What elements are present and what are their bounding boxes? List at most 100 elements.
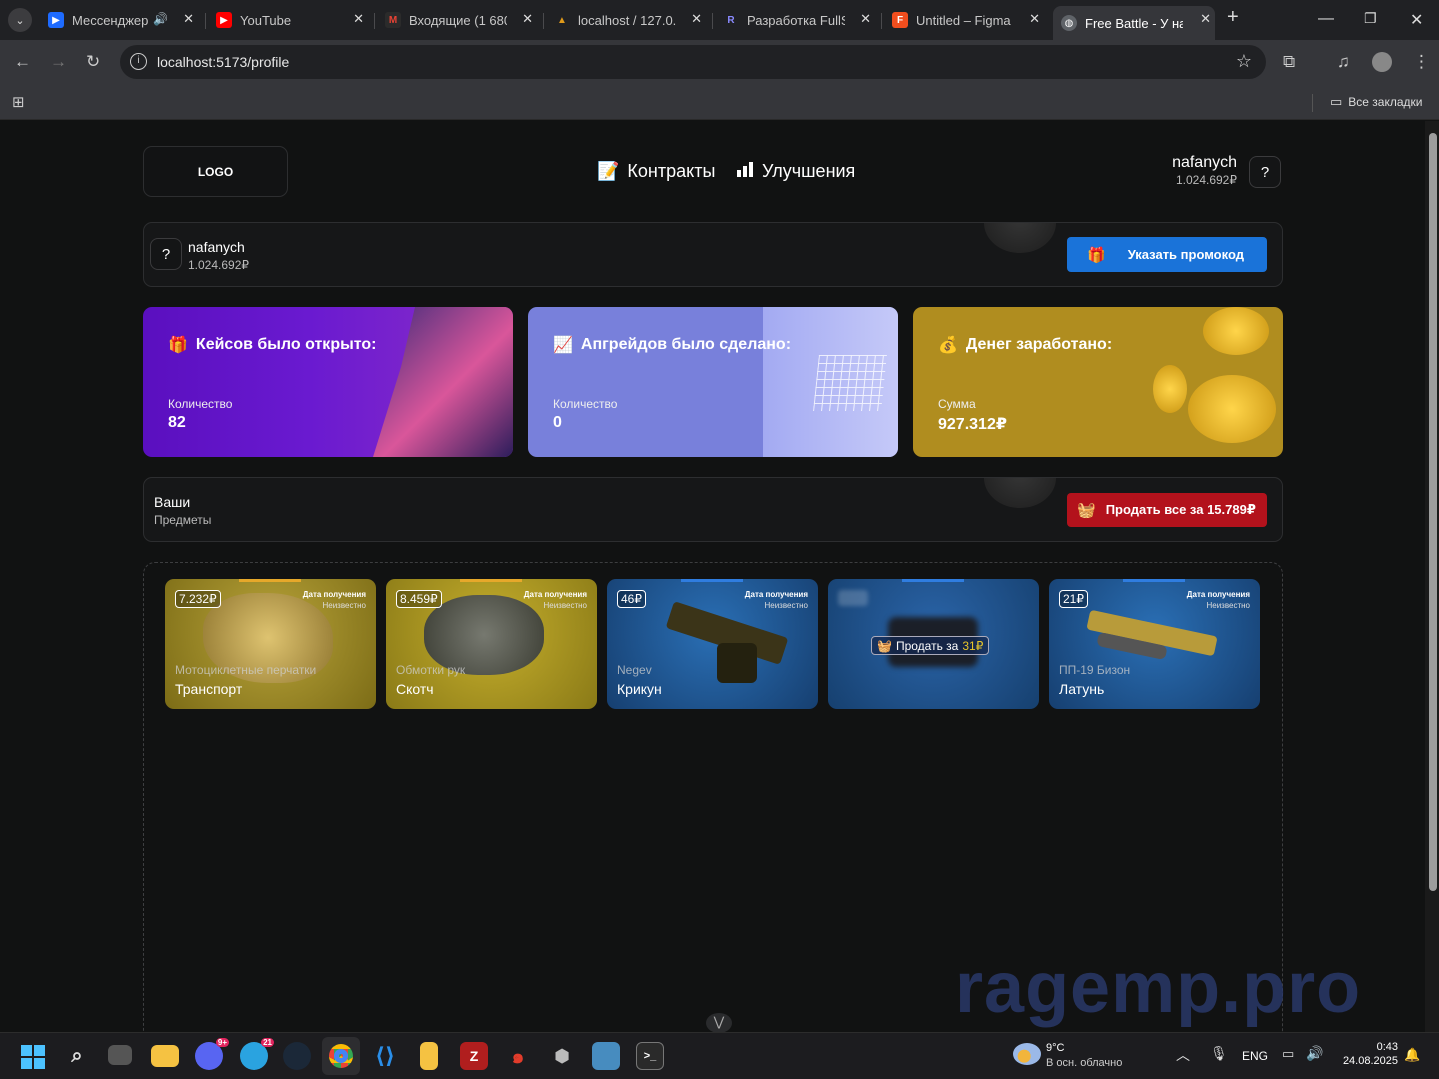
coin-decoration <box>984 223 1056 253</box>
chart-icon: 📈 <box>553 337 573 354</box>
close-icon[interactable]: ✕ <box>183 11 194 27</box>
notification-bell-icon[interactable]: 🔔 <box>1404 1047 1420 1063</box>
nav-upgrades[interactable]: Улучшения <box>737 161 855 182</box>
telegram-icon[interactable]: 21 <box>240 1038 274 1070</box>
header-user[interactable]: nafanych 1.024.692₽ <box>1172 154 1237 187</box>
back-icon[interactable]: ← <box>14 52 31 72</box>
forward-icon[interactable]: → <box>50 52 67 72</box>
media-icon[interactable]: ♫ <box>1337 52 1350 72</box>
profile-avatar-icon[interactable] <box>1372 52 1392 72</box>
wallet-icon: 💰 <box>938 337 958 354</box>
close-icon[interactable]: ✕ <box>522 11 533 27</box>
godot-icon[interactable] <box>592 1042 620 1070</box>
inventory-item[interactable]: 8.459₽ Дата получения Неизвестно Обмотки… <box>386 579 597 709</box>
browser-toolbar: ← → ↻ i localhost:5173/profile ☆ ⧉ ♫ ⋮ <box>0 40 1439 86</box>
vscode-icon[interactable]: ⟨⟩ <box>371 1042 399 1070</box>
cube-app-icon[interactable]: ⬢ <box>548 1042 576 1070</box>
r-icon: R <box>727 14 735 26</box>
bookmark-star-icon[interactable]: ☆ <box>1236 51 1252 72</box>
restore-icon[interactable]: ❐ <box>1364 10 1377 27</box>
stat-title: Кейсов было открыто: <box>195 336 377 353</box>
close-icon[interactable]: ✕ <box>1029 11 1040 27</box>
date-label: Дата получения <box>523 590 587 599</box>
tab-free-battle[interactable]: ◍ Free Battle - У нас ✕ <box>1053 6 1215 40</box>
inventory-item[interactable]: 46₽ Дата получения Неизвестно Negev Крик… <box>607 579 818 709</box>
language-indicator[interactable]: ENG <box>1242 1049 1268 1063</box>
clock[interactable]: 0:43 24.08.2025 <box>1340 1041 1398 1067</box>
windows-start-icon[interactable] <box>19 1043 47 1071</box>
close-icon[interactable]: ✕ <box>691 11 702 27</box>
reload-icon[interactable]: ↻ <box>86 52 100 72</box>
header-balance: 1.024.692₽ <box>1175 173 1237 187</box>
date-value: Неизвестно <box>764 601 808 610</box>
contract-icon: 📝 <box>597 161 620 181</box>
stat-label: Количество <box>168 397 233 411</box>
grid-decoration <box>813 355 887 411</box>
tab-title: YouTube <box>240 12 292 28</box>
inventory-item[interactable]: 21₽ Дата получения Неизвестно ПП-19 Бизо… <box>1049 579 1260 709</box>
chrome-icon[interactable] <box>322 1037 360 1075</box>
minimize-icon[interactable]: — <box>1318 10 1334 28</box>
avatar-placeholder: ? <box>161 245 171 263</box>
close-icon[interactable]: ✕ <box>1200 11 1211 27</box>
apps-grid-icon[interactable]: ⊞ <box>12 93 25 111</box>
all-bookmarks-button[interactable]: ▭ Все закладки <box>1330 94 1423 110</box>
close-icon[interactable]: ✕ <box>860 11 871 27</box>
youtube-icon: ▶ <box>216 12 232 28</box>
site-info-icon[interactable]: i <box>130 53 147 70</box>
item-weapon: ПП-19 Бизон <box>1059 663 1131 677</box>
tab-phpmyadmin[interactable]: ▲ localhost / 127.0.0 ✕ <box>546 6 706 34</box>
scrollbar-thumb[interactable] <box>1429 133 1437 891</box>
item-skin: Транспорт <box>175 681 243 697</box>
discord-icon[interactable]: 9+ <box>195 1038 229 1070</box>
scroll-down-icon[interactable]: ⋁ <box>706 1013 732 1032</box>
speaker-icon[interactable]: 🔊 <box>153 12 168 26</box>
coin-decoration <box>1153 365 1187 413</box>
address-bar[interactable]: i localhost:5173/profile ☆ <box>120 45 1266 79</box>
inventory-item-hovered[interactable]: 🧺 Продать за 31₽ <box>828 579 1039 709</box>
stat-upgrades-made: 📈 Апгрейдов было сделано: Количество 0 <box>528 307 898 457</box>
promo-code-button[interactable]: 🎁 Указать промокод <box>1067 237 1267 272</box>
help-button[interactable]: ? <box>1249 156 1281 188</box>
microphone-icon[interactable]: 🎙 <box>1210 1045 1228 1062</box>
stat-money-earned: 💰 Денег заработано: Сумма 927.312₽ <box>913 307 1283 457</box>
window-close-icon[interactable]: ✕ <box>1410 10 1423 30</box>
task-view-icon[interactable] <box>108 1045 132 1065</box>
menu-icon[interactable]: ⋮ <box>1413 52 1430 72</box>
lock-app-icon[interactable] <box>420 1042 438 1070</box>
tab-messenger[interactable]: ▶ Мессенджер 🔊 ✕ <box>40 6 198 34</box>
item-price: 46₽ <box>617 590 646 608</box>
steam-icon[interactable] <box>283 1042 311 1070</box>
tray-chevron-icon[interactable]: ︿ <box>1176 1045 1190 1065</box>
avatar[interactable]: ? <box>150 238 182 270</box>
close-icon[interactable]: ✕ <box>353 11 364 27</box>
sell-all-label: Продать все за 15.789₽ <box>1105 502 1256 517</box>
extensions-icon[interactable]: ⧉ <box>1283 52 1295 72</box>
network-icon[interactable]: ▭ <box>1282 1046 1294 1062</box>
swirl-app-icon[interactable]: ๑ <box>504 1042 532 1070</box>
tab-search-dropdown-icon[interactable]: ⌄ <box>8 8 32 32</box>
nav-contracts[interactable]: 📝 Контракты <box>597 161 715 182</box>
telegram-badge: 21 <box>261 1038 274 1047</box>
bookmarks-bar: ⊞ ▭ Все закладки <box>0 86 1439 120</box>
tab-figma[interactable]: F Untitled – Figma ✕ <box>884 6 1044 34</box>
tab-youtube[interactable]: ▶ YouTube ✕ <box>208 6 368 34</box>
date-label: Дата получения <box>744 590 808 599</box>
new-tab-icon[interactable]: + <box>1227 6 1239 29</box>
date-label: Дата получения <box>302 590 366 599</box>
volume-icon[interactable]: 🔊 <box>1306 1045 1323 1062</box>
sell-all-button[interactable]: 🧺 Продать все за 15.789₽ <box>1067 493 1267 527</box>
weather-icon[interactable] <box>1013 1043 1041 1065</box>
gift-icon: 🎁 <box>1087 246 1106 264</box>
filezilla-icon[interactable]: Z <box>460 1042 488 1070</box>
site-logo[interactable]: LOGO <box>143 146 288 197</box>
stat-value: 0 <box>553 414 562 431</box>
terminal-icon[interactable]: >_ <box>636 1042 664 1070</box>
bars-icon <box>737 161 754 182</box>
tab-gmail[interactable]: M Входящие (1 680) ✕ <box>377 6 537 34</box>
sell-item-button[interactable]: 🧺 Продать за 31₽ <box>871 636 990 655</box>
file-explorer-icon[interactable] <box>151 1045 179 1067</box>
inventory-item[interactable]: 7.232₽ Дата получения Неизвестно Мотоцик… <box>165 579 376 709</box>
search-icon[interactable]: ⌕ <box>63 1042 91 1070</box>
tab-fullstack[interactable]: R Разработка FullSt ✕ <box>715 6 875 34</box>
